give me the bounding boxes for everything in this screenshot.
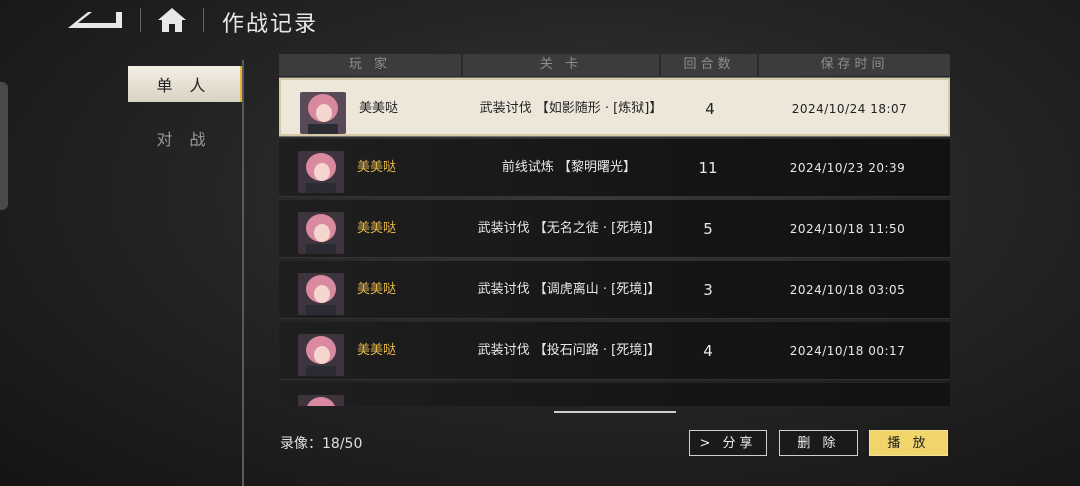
tab-versus[interactable]: 对 战 bbox=[128, 120, 240, 156]
column-header-player: 玩 家 bbox=[279, 54, 463, 76]
play-button[interactable]: 播 放 bbox=[869, 430, 948, 456]
share-button[interactable]: > 分享 bbox=[689, 430, 767, 456]
avatar-portrait-icon bbox=[298, 212, 344, 254]
back-arrow-icon bbox=[68, 12, 122, 28]
home-button[interactable] bbox=[156, 6, 188, 34]
round-count: 11 bbox=[698, 159, 718, 177]
column-header-rounds: 回合数 bbox=[661, 54, 759, 76]
player-name: 美美哒 bbox=[359, 101, 399, 116]
divider bbox=[203, 8, 204, 32]
round-count: 4 bbox=[705, 100, 715, 118]
avatar-portrait-icon bbox=[298, 273, 344, 315]
avatar bbox=[298, 273, 344, 315]
avatar bbox=[300, 92, 346, 134]
table-row[interactable]: 美美哒 武装讨伐 【投石问路 · [死境]】 4 2024/10/18 00:1… bbox=[279, 322, 950, 380]
delete-button[interactable]: 删 除 bbox=[779, 430, 858, 456]
table-row[interactable]: 美美哒 前线试炼 【黎明曙光】 11 2024/10/23 20:39 bbox=[279, 139, 950, 197]
avatar-portrait-icon bbox=[298, 334, 344, 376]
records-table: 玩 家 关 卡 回合数 保存时间 美美哒 武装讨伐 【如影随形 · [炼狱]】 … bbox=[279, 54, 950, 406]
avatar-portrait-icon bbox=[298, 151, 344, 193]
column-header-stage: 关 卡 bbox=[463, 54, 661, 76]
back-button[interactable] bbox=[66, 8, 124, 32]
horizontal-scrollbar[interactable] bbox=[554, 411, 676, 413]
divider bbox=[140, 8, 141, 32]
save-time: 2024/10/24 18:07 bbox=[791, 102, 908, 116]
player-name: 美美哒 bbox=[357, 282, 397, 297]
record-count: 录像：18/50 bbox=[280, 436, 363, 452]
table-row-partial[interactable] bbox=[279, 383, 950, 406]
column-header-time: 保存时间 bbox=[820, 57, 889, 72]
save-time: 2024/10/18 03:05 bbox=[789, 283, 906, 297]
avatar bbox=[298, 395, 344, 406]
save-time: 2024/10/18 00:17 bbox=[789, 344, 906, 358]
avatar bbox=[298, 212, 344, 254]
round-count: 5 bbox=[703, 220, 713, 238]
sidebar-divider bbox=[242, 60, 244, 486]
player-name: 美美哒 bbox=[357, 343, 397, 358]
save-time: 2024/10/18 11:50 bbox=[789, 222, 906, 236]
round-count: 3 bbox=[703, 281, 713, 299]
avatar bbox=[298, 334, 344, 376]
top-bar: 作战记录 bbox=[0, 0, 1080, 42]
table-row[interactable]: 美美哒 武装讨伐 【如影随形 · [炼狱]】 4 2024/10/24 18:0… bbox=[279, 77, 950, 137]
avatar bbox=[298, 151, 344, 193]
round-count: 4 bbox=[703, 342, 713, 360]
player-name: 美美哒 bbox=[357, 160, 397, 175]
page-title: 作战记录 bbox=[222, 12, 319, 37]
edge-handle[interactable] bbox=[0, 82, 8, 210]
table-row[interactable]: 美美哒 武装讨伐 【调虎离山 · [死境]】 3 2024/10/18 03:0… bbox=[279, 261, 950, 319]
tab-single[interactable]: 单 人 bbox=[128, 66, 244, 102]
table-header: 玩 家 关 卡 回合数 保存时间 bbox=[279, 54, 950, 76]
home-icon bbox=[158, 8, 186, 32]
avatar-portrait-icon bbox=[300, 92, 346, 134]
player-name: 美美哒 bbox=[357, 221, 397, 236]
table-row[interactable]: 美美哒 武装讨伐 【无名之徒 · [死境]】 5 2024/10/18 11:5… bbox=[279, 200, 950, 258]
avatar-portrait-icon bbox=[298, 395, 344, 406]
save-time: 2024/10/23 20:39 bbox=[789, 161, 906, 175]
